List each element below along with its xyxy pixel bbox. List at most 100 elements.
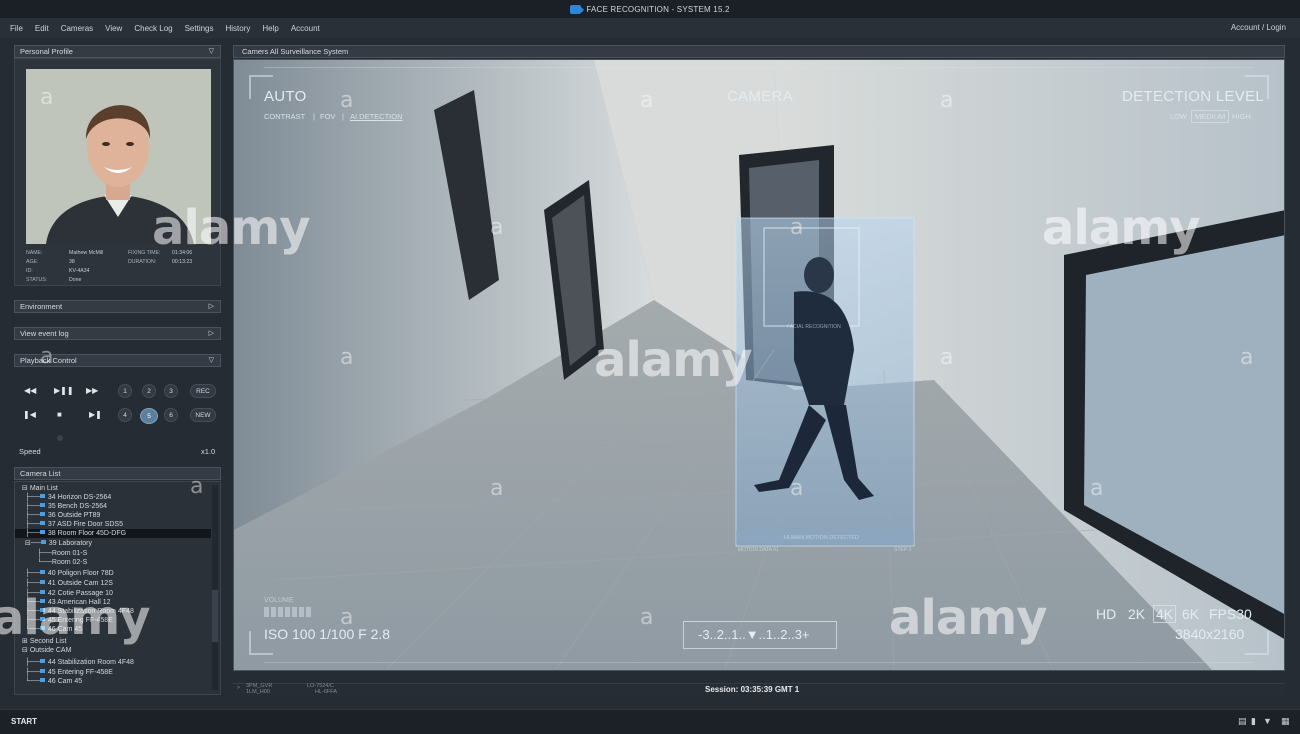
room-item[interactable]: ├──Room 01-S: [15, 549, 211, 558]
personal-profile-title: Personal Profile: [20, 47, 73, 56]
menu-cameras[interactable]: Cameras: [61, 24, 93, 33]
camera-item[interactable]: ├── 36 Outside PT89: [15, 511, 211, 520]
fast-forward-icon[interactable]: ▶▶: [86, 386, 98, 395]
skip-forward-icon[interactable]: ▶❚: [89, 410, 102, 419]
camera-label: CAMERA: [727, 88, 793, 105]
event-log-section[interactable]: View event log ▷: [14, 327, 221, 340]
camera-item[interactable]: ├── 40 Poligon Floor 78D: [15, 569, 211, 578]
rec-button[interactable]: REC: [190, 384, 216, 398]
menu-settings[interactable]: Settings: [185, 24, 214, 33]
collapse-caret-icon[interactable]: ▽: [209, 46, 214, 57]
fps-readout: FPS30: [1209, 606, 1252, 622]
channel-6-button[interactable]: 6: [164, 408, 178, 422]
room-label: Room 02-S: [51, 559, 88, 566]
skip-back-icon[interactable]: ❚◀: [23, 410, 36, 419]
camera-group[interactable]: ⊟── 39 Laboratory: [15, 539, 211, 548]
watermark-mark: a: [640, 605, 654, 630]
watermark-mark: a: [1240, 345, 1254, 370]
tree-group[interactable]: ⊟ Outside CAM: [15, 646, 211, 655]
camera-item[interactable]: ├── 37 ASD Fire Door SDS5: [15, 520, 211, 529]
duration-value: 00:13:23: [172, 259, 193, 265]
camera-item[interactable]: ├── 45 Entering FF-458E: [15, 668, 211, 677]
camera-list-title: Camera List: [20, 469, 61, 478]
rewind-icon[interactable]: ◀◀: [24, 386, 36, 395]
camera-icon: [39, 678, 45, 682]
camera-viewport[interactable]: AUTO CONTRAST | FOV | AI DETECTION CAMER…: [233, 59, 1285, 671]
watermark-mark: a: [1090, 476, 1104, 501]
detection-medium[interactable]: MEDIUM: [1191, 110, 1230, 123]
menu-file[interactable]: File: [10, 24, 23, 33]
environment-section[interactable]: Environment ▷: [14, 300, 221, 313]
facial-recognition-label: FACIAL RECOGNITION: [787, 324, 841, 330]
alamy-watermark: alamy: [1042, 200, 1201, 256]
notification-icon[interactable]: ▦: [1281, 716, 1290, 727]
expand-arrow-icon[interactable]: ▷: [209, 301, 214, 312]
room-label: Room 01-S: [51, 550, 88, 557]
camera-item[interactable]: ├── 44 Stabilization Room 4F48: [15, 658, 211, 667]
camera-item[interactable]: ├── 34 Horizon DS-2564: [15, 493, 211, 502]
camera-item[interactable]: └── 46 Cam 45: [15, 677, 211, 686]
menu-bar: File Edit Cameras View Check Log Setting…: [0, 18, 1300, 38]
expand-arrow-icon[interactable]: ▷: [209, 328, 214, 339]
collapse-caret-icon[interactable]: ▽: [209, 355, 214, 366]
camera-item-selected[interactable]: ├── 38 Room Floor 45D-DFG: [15, 529, 211, 538]
personal-profile-header[interactable]: Personal Profile ▽: [14, 45, 221, 58]
exposure-scale-box[interactable]: -3..2..1..▼..1..2..3+: [683, 621, 837, 649]
stop-icon[interactable]: ■: [57, 410, 62, 419]
camera-label: 34 Horizon DS-2564: [47, 494, 112, 501]
viewport-title: Camers All Surveillance System: [242, 47, 349, 56]
channel-2-button[interactable]: 2: [142, 384, 156, 398]
detection-low[interactable]: LOW: [1170, 112, 1187, 121]
start-button[interactable]: START: [11, 717, 37, 726]
account-login-link[interactable]: Account / Login: [1231, 23, 1286, 32]
fov-mode[interactable]: FOV: [320, 112, 335, 121]
age-value: 38: [69, 259, 75, 265]
battery-icon[interactable]: ▮: [1251, 716, 1256, 727]
volume-meter[interactable]: [264, 607, 312, 617]
watermark-mark: a: [340, 345, 354, 370]
speed-value: x1.0: [201, 447, 216, 456]
room-item[interactable]: └──Room 02-S: [15, 558, 211, 567]
resolution-4k-selected[interactable]: 4K: [1153, 605, 1177, 623]
camera-label: 39 Laboratory: [48, 540, 92, 547]
camera-item[interactable]: ├── 41 Outside Cam 12S: [15, 579, 211, 588]
menu-check-log[interactable]: Check Log: [134, 24, 172, 33]
resolution-2k[interactable]: 2K: [1128, 606, 1145, 622]
camera-icon: [39, 521, 45, 525]
camera-label: 36 Outside PT89: [47, 512, 101, 519]
channel-3-button[interactable]: 3: [164, 384, 178, 398]
resolution-hd[interactable]: HD: [1096, 606, 1116, 622]
network-icon[interactable]: ▤: [1238, 716, 1247, 727]
channel-5-button[interactable]: 5: [140, 408, 158, 424]
top-hud-line: [264, 67, 1254, 68]
mode-separator: |: [342, 112, 344, 121]
menu-account[interactable]: Account: [291, 24, 320, 33]
camera-label: 37 ASD Fire Door SDS5: [47, 521, 123, 528]
menu-help[interactable]: Help: [262, 24, 278, 33]
menu-history[interactable]: History: [226, 24, 251, 33]
contrast-mode[interactable]: CONTRAST: [264, 112, 305, 121]
detection-high[interactable]: HIGH: [1232, 112, 1251, 121]
menu-edit[interactable]: Edit: [35, 24, 49, 33]
taskbar: START ▤ ▮ ▼ ▦: [0, 709, 1300, 734]
channel-1-button[interactable]: 1: [118, 384, 132, 398]
camera-label: 38 Room Floor 45D-DFG: [47, 530, 127, 537]
speed-slider-handle[interactable]: [57, 435, 63, 441]
speaker-muted-icon[interactable]: ▼: [1263, 716, 1272, 726]
exposure-readout: ISO 100 1/100 F 2.8: [264, 626, 391, 642]
menu-view[interactable]: View: [105, 24, 122, 33]
new-button[interactable]: NEW: [190, 408, 216, 422]
volume-label: VOLUME: [264, 597, 294, 604]
scrollbar-thumb[interactable]: [212, 590, 218, 642]
age-label: AGE:: [26, 259, 39, 265]
motion-data-left: MOTION DATA 01: [738, 547, 779, 553]
camera-list-scrollbar[interactable]: [212, 485, 218, 690]
channel-4-button[interactable]: 4: [118, 408, 132, 422]
play-pause-icon[interactable]: ▶❚❚: [54, 386, 74, 395]
tree-group[interactable]: ⊟ Main List: [15, 484, 211, 493]
resolution-6k[interactable]: 6K: [1182, 606, 1199, 622]
camera-icon: [39, 659, 45, 663]
camera-item[interactable]: ├── 35 Bench DS-2564: [15, 502, 211, 511]
watermark-mark: a: [640, 88, 654, 113]
ai-detection-mode[interactable]: AI DETECTION: [350, 112, 403, 121]
